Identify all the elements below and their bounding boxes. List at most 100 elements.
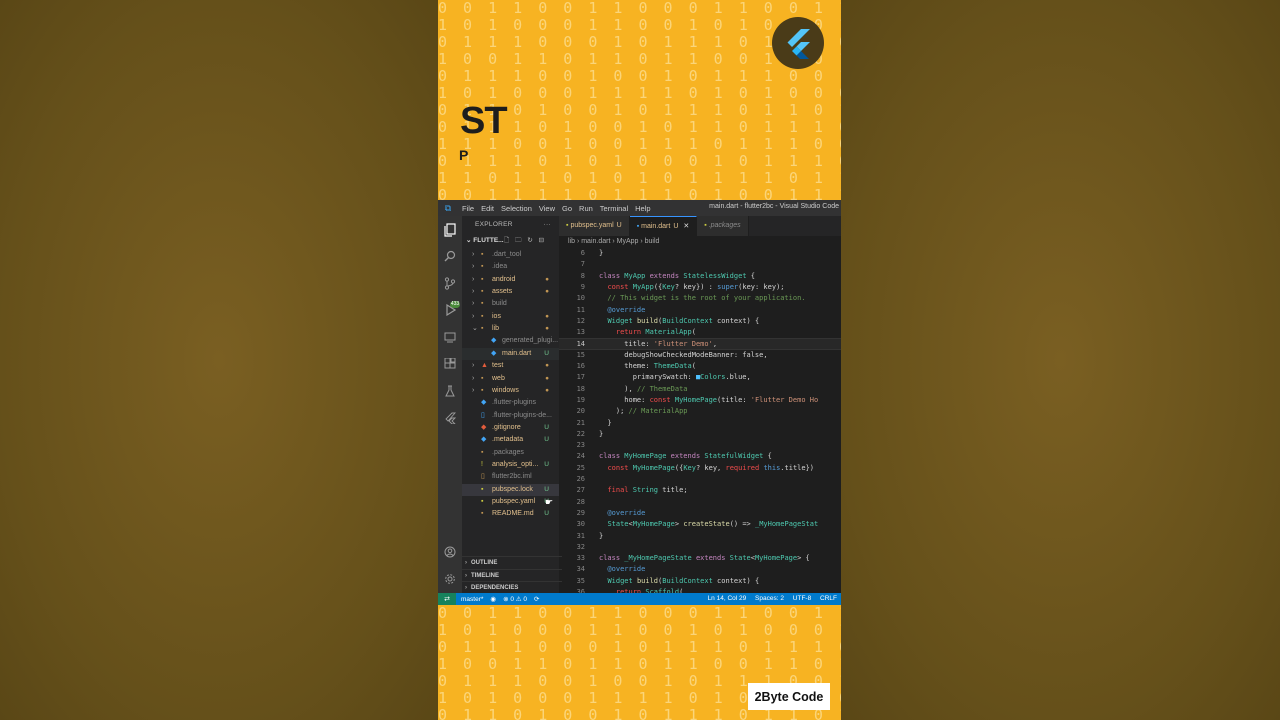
code-line[interactable]: 23 <box>559 440 841 451</box>
code-line[interactable]: 9 const MyApp({Key? key}) : super(key: k… <box>559 282 841 293</box>
file-tree-item[interactable]: › ▪ .dart_tool <box>462 249 559 261</box>
file-tree-item[interactable]: ▪ README.md U <box>462 508 559 520</box>
sidebar-section-timeline[interactable]: › TIMELINE <box>462 568 562 582</box>
encoding[interactable]: UTF-8 <box>793 595 811 602</box>
flutter-outline-icon[interactable] <box>442 410 458 426</box>
menu-view[interactable]: View <box>539 204 555 213</box>
folder-chevron-icon: ⌄ <box>466 237 472 244</box>
code-line[interactable]: 12 Widget build(BuildContext context) { <box>559 316 841 327</box>
menu-terminal[interactable]: Terminal <box>600 204 628 213</box>
code-line[interactable]: 19 home: const MyHomePage(title: 'Flutte… <box>559 395 841 406</box>
remote-indicator-icon[interactable]: ⇄ <box>438 593 456 605</box>
menu-edit[interactable]: Edit <box>481 204 494 213</box>
code-text: } <box>599 531 603 542</box>
indentation[interactable]: Spaces: 2 <box>755 595 784 602</box>
code-token: primarySwatch: <box>599 373 696 382</box>
close-icon[interactable]: ✕ <box>683 223 689 230</box>
problems-indicator[interactable]: ⊗ 0 ⚠ 0 <box>503 595 527 603</box>
file-type-icon: ▪ <box>481 448 484 456</box>
code-token: Key <box>662 282 675 291</box>
menu-selection[interactable]: Selection <box>501 204 532 213</box>
file-tree-item[interactable]: › ▪ android ● <box>462 274 559 286</box>
file-tree-item[interactable]: ◆ .gitignore U <box>462 422 559 434</box>
menu-go[interactable]: Go <box>562 204 572 213</box>
explorer-toolbar-icons[interactable]: 🗋 🗀 ↻ ⊟ <box>504 234 546 247</box>
code-line[interactable]: 16 theme: ThemeData( <box>559 361 841 372</box>
file-tree-item[interactable]: ◆ .metadata U <box>462 434 559 446</box>
cursor-position[interactable]: Ln 14, Col 29 <box>708 595 747 602</box>
more-actions-icon[interactable]: ··· <box>544 216 551 234</box>
search-icon[interactable] <box>442 248 458 264</box>
code-editor[interactable]: 6} 7 8 class MyApp extends StatelessWidget … <box>559 248 841 593</box>
code-line[interactable]: 7 <box>559 259 841 270</box>
code-line[interactable]: 33 class _MyHomePageState extends State<M… <box>559 553 841 564</box>
file-tree-item[interactable]: ! analysis_opti... U <box>462 459 559 471</box>
code-line[interactable]: 29 @override <box>559 508 841 519</box>
code-token: build <box>636 316 659 325</box>
code-line[interactable]: 8 class MyApp extends StatelessWidget { <box>559 271 841 282</box>
code-line[interactable]: 21 } <box>559 418 841 429</box>
code-line[interactable]: 10 // This widget is the root of your ap… <box>559 293 841 304</box>
file-tree-item[interactable]: ▪ .packages <box>462 447 559 459</box>
code-line[interactable]: 18 ), // ThemeData <box>559 384 841 395</box>
code-line[interactable]: 24 class MyHomePage extends StatefulWidge… <box>559 451 841 462</box>
code-line[interactable]: 31} <box>559 531 841 542</box>
editor-tab[interactable]: ▪ pubspec.yaml U <box>559 216 630 236</box>
file-tree-item[interactable]: ◆ .flutter-plugins <box>462 397 559 409</box>
file-tree-item[interactable]: › ▪ web ● <box>462 373 559 385</box>
testing-icon[interactable] <box>442 383 458 399</box>
file-tree-item[interactable]: ◆ main.dart U <box>462 347 559 360</box>
file-tree-item[interactable]: ◆ generated_plugi... <box>462 335 559 347</box>
code-line[interactable]: 25 const MyHomePage({Key? key, required … <box>559 463 841 474</box>
code-line[interactable]: 11 @override <box>559 305 841 316</box>
extensions-icon[interactable] <box>442 356 458 372</box>
account-icon[interactable] <box>442 544 458 560</box>
source-control-icon[interactable] <box>442 275 458 291</box>
line-number: 34 <box>576 565 585 574</box>
sync-icon[interactable]: ⟳ <box>534 595 539 603</box>
code-line[interactable]: 34 @override <box>559 564 841 575</box>
menu-help[interactable]: Help <box>635 204 650 213</box>
code-line[interactable]: 28 <box>559 497 841 508</box>
explorer-title: EXPLORER <box>475 221 513 228</box>
file-tree-item[interactable]: › ▪ build <box>462 298 559 310</box>
menu-run[interactable]: Run <box>579 204 593 213</box>
code-line[interactable]: 30 State<MyHomePage> createState() => _M… <box>559 519 841 530</box>
code-token: createState <box>683 520 730 529</box>
code-line[interactable]: 13 return MaterialApp( <box>559 327 841 338</box>
code-line[interactable]: 32 <box>559 542 841 553</box>
code-line[interactable]: 17 primarySwatch: ■Colors.blue, <box>559 372 841 383</box>
remote-explorer-icon[interactable] <box>442 329 458 345</box>
eye-icon[interactable]: ◉ <box>490 595 496 603</box>
code-line[interactable]: 14 title: 'Flutter Demo', <box>559 338 841 350</box>
menu-file[interactable]: File <box>462 204 474 213</box>
run-debug-icon[interactable] <box>442 302 458 318</box>
code-line[interactable]: 20 ); // MaterialApp <box>559 406 841 417</box>
binary-row: 0 1 1 1 0 0 0 1 0 1 1 1 0 1 1 1 0 0 0 1 … <box>438 638 841 656</box>
code-line[interactable]: 27 final String title; <box>559 485 841 496</box>
breadcrumb[interactable]: lib › main.dart › MyApp › build <box>559 236 841 248</box>
settings-gear-icon[interactable] <box>442 571 458 587</box>
code-line[interactable]: 15 debugShowCheckedModeBanner: false, <box>559 350 841 361</box>
code-line[interactable]: 35 Widget build(BuildContext context) { <box>559 576 841 587</box>
files-icon[interactable] <box>442 222 458 238</box>
file-tree-item[interactable]: ▪ pubspec.lock U <box>462 483 559 496</box>
workspace-folder[interactable]: ⌄ FLUTTE... 🗋 🗀 ↻ ⊟ <box>462 234 559 247</box>
editor-tab[interactable]: ▪ .packages <box>697 216 749 236</box>
end-of-line[interactable]: CRLF <box>820 595 837 602</box>
sidebar-section-outline[interactable]: › OUTLINE <box>462 556 562 569</box>
git-branch[interactable]: master* <box>461 596 483 603</box>
code-line[interactable]: 22} <box>559 429 841 440</box>
file-tree-item[interactable]: › ▪ windows ● <box>462 385 559 397</box>
code-token: debugShowCheckedModeBanner: false, <box>599 350 768 359</box>
editor-tab[interactable]: ▪ main.dart U ✕ <box>629 216 698 237</box>
file-tree-item[interactable]: ▯ .flutter-plugins-de... <box>462 410 559 422</box>
file-tree-item[interactable]: ⌄ ▪ lib ● <box>462 323 559 335</box>
code-line[interactable]: 26 <box>559 474 841 485</box>
file-tree-item[interactable]: ▯ flutter2bc.iml <box>462 471 559 483</box>
file-tree-item[interactable]: › ▪ assets ● <box>462 286 559 298</box>
file-tree-item[interactable]: › ▪ .idea <box>462 261 559 273</box>
file-tree-item[interactable]: › ▲ test ● <box>462 360 559 372</box>
code-line[interactable]: 6} <box>559 248 841 259</box>
file-tree-item[interactable]: › ▪ ios ● <box>462 311 559 323</box>
